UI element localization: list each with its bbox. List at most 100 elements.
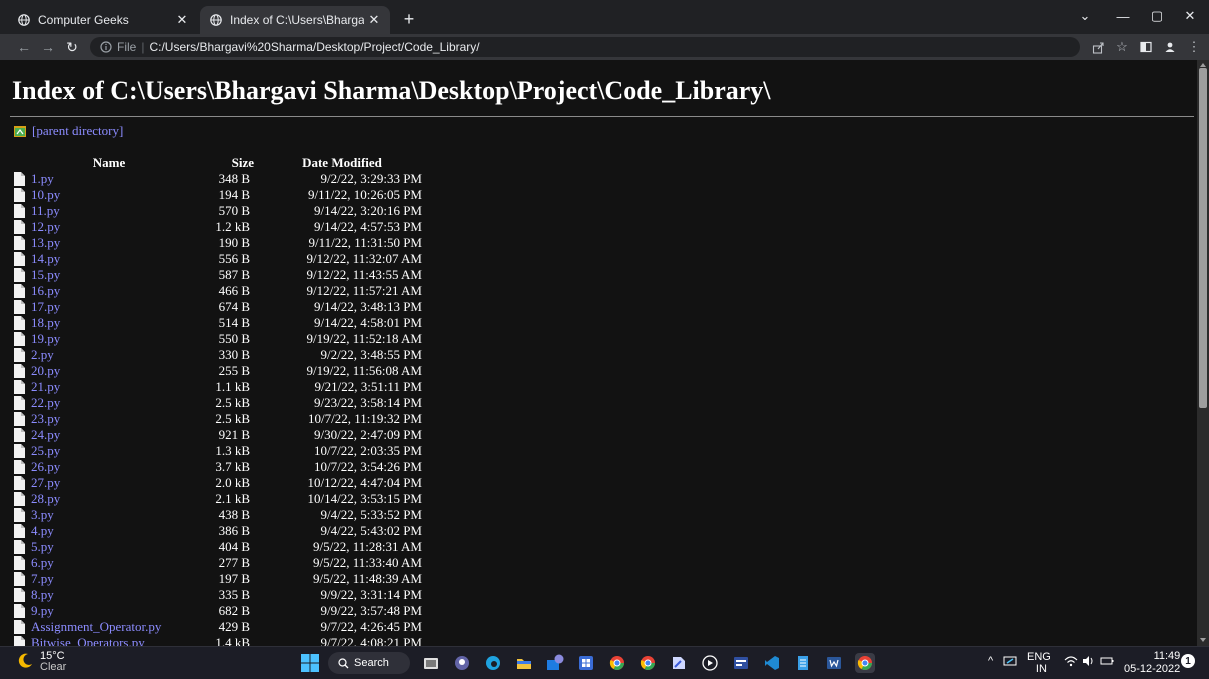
sidepanel-icon[interactable] bbox=[1136, 37, 1156, 57]
file-link[interactable]: 25.py bbox=[31, 443, 60, 459]
wifi-icon[interactable] bbox=[1064, 655, 1078, 667]
file-link[interactable]: 20.py bbox=[31, 363, 60, 379]
vscode-icon[interactable] bbox=[762, 653, 782, 673]
tab-search-icon[interactable]: ⌄ bbox=[1070, 5, 1100, 27]
file-icon bbox=[14, 524, 25, 538]
file-link[interactable]: 23.py bbox=[31, 411, 60, 427]
windows-start-icon[interactable] bbox=[300, 653, 320, 673]
store-icon[interactable] bbox=[576, 653, 596, 673]
file-link[interactable]: 1.py bbox=[31, 171, 54, 187]
file-link[interactable]: 24.py bbox=[31, 427, 60, 443]
file-link[interactable]: 6.py bbox=[31, 555, 54, 571]
battery-icon[interactable] bbox=[1100, 655, 1114, 667]
column-size[interactable]: Size bbox=[204, 155, 254, 171]
table-row: 6.py 277 B 9/5/22, 11:33:40 AM bbox=[14, 555, 422, 571]
forward-icon[interactable]: → bbox=[38, 37, 58, 57]
file-link[interactable]: Assignment_Operator.py bbox=[31, 619, 161, 635]
tab-close-icon[interactable]: ✕ bbox=[172, 10, 192, 30]
file-link[interactable]: 9.py bbox=[31, 603, 54, 619]
notification-badge[interactable]: 1 bbox=[1181, 654, 1195, 668]
menu-icon[interactable]: ⋮ bbox=[1184, 37, 1204, 57]
file-link[interactable]: 21.py bbox=[31, 379, 60, 395]
file-link[interactable]: 3.py bbox=[31, 507, 54, 523]
reload-icon[interactable]: ↻ bbox=[62, 37, 82, 57]
tab-computer-geeks[interactable]: Computer Geeks ✕ bbox=[8, 6, 198, 34]
file-link[interactable]: 14.py bbox=[31, 251, 60, 267]
file-name-cell: 7.py bbox=[14, 571, 204, 587]
table-row: 3.py 438 B 9/4/22, 5:33:52 PM bbox=[14, 507, 422, 523]
file-link[interactable]: 12.py bbox=[31, 219, 60, 235]
tab-index-of[interactable]: Index of C:\Users\Bhargavi Sharm ✕ bbox=[200, 6, 390, 34]
file-link[interactable]: Bitwise_Operators.py bbox=[31, 635, 145, 646]
page-scrollbar[interactable] bbox=[1197, 60, 1209, 646]
file-link[interactable]: 5.py bbox=[31, 539, 54, 555]
weather-widget[interactable]: 15°C Clear bbox=[16, 651, 66, 673]
file-link[interactable]: 10.py bbox=[31, 187, 60, 203]
file-date: 9/4/22, 5:33:52 PM bbox=[320, 507, 423, 522]
mail-icon[interactable] bbox=[545, 653, 565, 673]
dev-icon[interactable] bbox=[731, 653, 751, 673]
file-link[interactable]: 28.py bbox=[31, 491, 60, 507]
address-bar[interactable]: File | C:/Users/Bhargavi%20Sharma/Deskto… bbox=[90, 37, 1080, 57]
file-size: 404 B bbox=[218, 539, 250, 554]
notepad-icon[interactable] bbox=[793, 653, 813, 673]
close-icon[interactable]: ✕ bbox=[1175, 5, 1205, 27]
app-icon[interactable] bbox=[669, 653, 689, 673]
chrome-active-icon[interactable] bbox=[855, 653, 875, 673]
file-size: 197 B bbox=[218, 571, 250, 586]
new-tab-button[interactable]: + bbox=[398, 8, 420, 30]
file-date: 9/23/22, 3:58:14 PM bbox=[314, 395, 422, 410]
file-size: 570 B bbox=[218, 203, 250, 218]
chevron-up-icon[interactable]: ^ bbox=[988, 655, 993, 667]
edge-icon[interactable] bbox=[483, 653, 503, 673]
file-icon bbox=[14, 220, 25, 234]
restore-icon[interactable]: ▢ bbox=[1142, 5, 1172, 27]
network-app-icon[interactable] bbox=[1003, 655, 1017, 667]
media-player-icon[interactable] bbox=[700, 653, 720, 673]
language-indicator[interactable]: ENG IN bbox=[1027, 651, 1051, 675]
file-link[interactable]: 4.py bbox=[31, 523, 54, 539]
back-icon[interactable]: ← bbox=[14, 37, 34, 57]
scroll-thumb[interactable] bbox=[1199, 68, 1207, 408]
scroll-down-icon[interactable] bbox=[1200, 638, 1206, 642]
file-size: 514 B bbox=[218, 315, 250, 330]
star-icon[interactable]: ☆ bbox=[1112, 37, 1132, 57]
taskbar-clock[interactable]: 11:49 05-12-2022 bbox=[1124, 650, 1180, 676]
parent-directory-link[interactable]: [parent directory] bbox=[32, 123, 123, 139]
share-icon[interactable] bbox=[1088, 37, 1108, 57]
file-link[interactable]: 26.py bbox=[31, 459, 60, 475]
file-name-cell: 12.py bbox=[14, 219, 204, 235]
file-icon bbox=[14, 300, 25, 314]
table-row: 5.py 404 B 9/5/22, 11:28:31 AM bbox=[14, 539, 422, 555]
profile-icon[interactable] bbox=[1160, 37, 1180, 57]
chrome-alt-icon[interactable] bbox=[638, 653, 658, 673]
file-link[interactable]: 13.py bbox=[31, 235, 60, 251]
column-name[interactable]: Name bbox=[14, 155, 204, 171]
file-link[interactable]: 11.py bbox=[31, 203, 60, 219]
file-link[interactable]: 15.py bbox=[31, 267, 60, 283]
file-explorer-icon[interactable] bbox=[421, 653, 441, 673]
scroll-up-icon[interactable] bbox=[1200, 63, 1206, 67]
volume-icon[interactable] bbox=[1082, 655, 1096, 667]
file-link[interactable]: 16.py bbox=[31, 283, 60, 299]
url-text[interactable]: C:/Users/Bhargavi%20Sharma/Desktop/Proje… bbox=[149, 40, 479, 54]
minimize-icon[interactable]: — bbox=[1108, 5, 1138, 27]
taskbar-search[interactable]: Search bbox=[328, 652, 410, 674]
teams-icon[interactable] bbox=[452, 653, 472, 673]
folder-icon[interactable] bbox=[514, 653, 534, 673]
chrome-icon[interactable] bbox=[607, 653, 627, 673]
file-icon bbox=[14, 572, 25, 586]
file-link[interactable]: 19.py bbox=[31, 331, 60, 347]
info-icon[interactable] bbox=[100, 41, 112, 53]
file-link[interactable]: 7.py bbox=[31, 571, 54, 587]
file-link[interactable]: 22.py bbox=[31, 395, 60, 411]
file-link[interactable]: 27.py bbox=[31, 475, 60, 491]
file-date: 9/14/22, 4:58:01 PM bbox=[314, 315, 422, 330]
tab-close-icon[interactable]: ✕ bbox=[364, 10, 384, 30]
file-link[interactable]: 18.py bbox=[31, 315, 60, 331]
file-link[interactable]: 8.py bbox=[31, 587, 54, 603]
column-date[interactable]: Date Modified bbox=[254, 155, 422, 171]
file-link[interactable]: 17.py bbox=[31, 299, 60, 315]
file-link[interactable]: 2.py bbox=[31, 347, 54, 363]
word-icon[interactable] bbox=[824, 653, 844, 673]
